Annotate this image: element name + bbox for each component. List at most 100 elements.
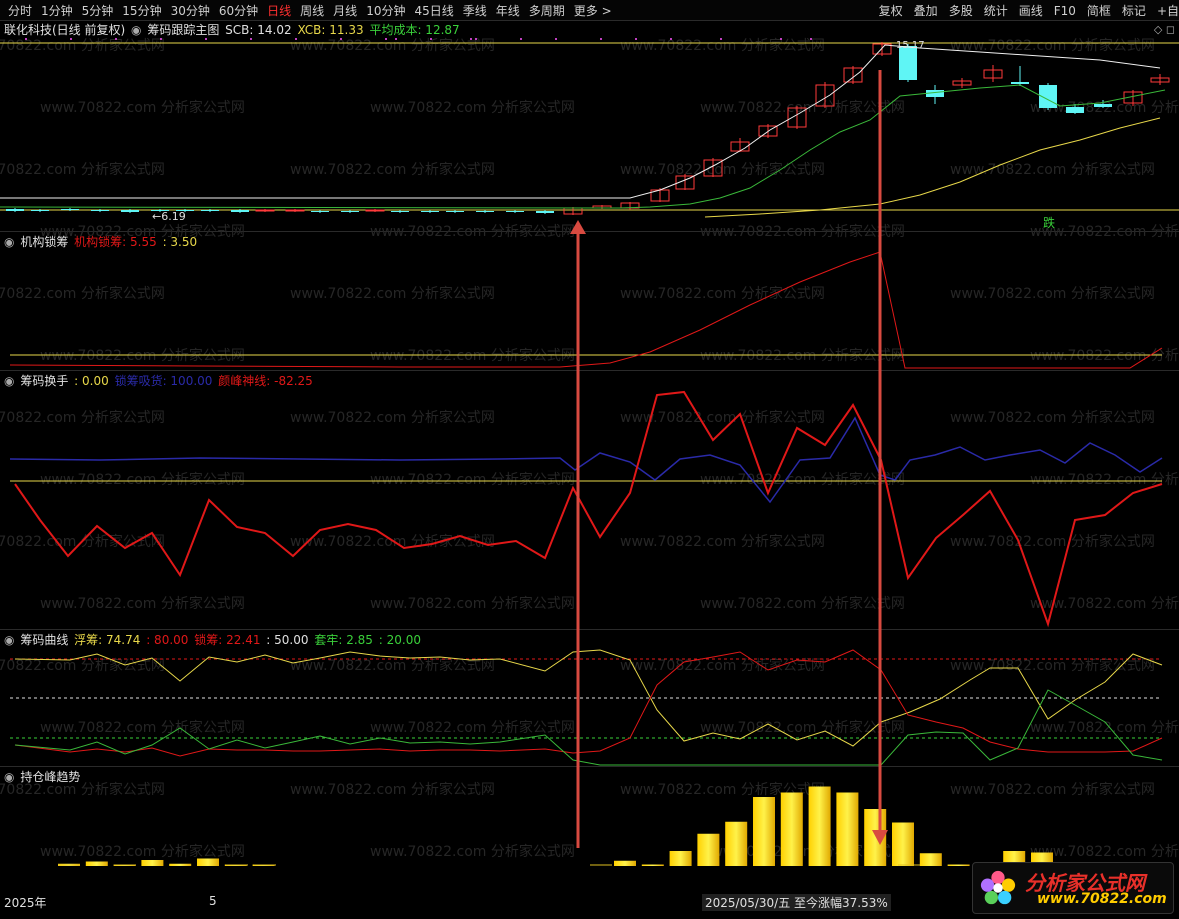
position-peak-bar — [669, 851, 692, 866]
date-info: 2025/05/30/五 至今涨幅37.53% — [702, 894, 891, 911]
watermark-text: www.70822.com 分析家公式网 — [950, 161, 1155, 178]
site-logo: 分析家公式网 www.70822.com — [972, 862, 1174, 914]
watermark-text: www.70822.com 分析家公式网 — [40, 99, 245, 116]
position-peak-bar — [836, 792, 859, 866]
candle-body — [536, 211, 554, 213]
watermark-text: www.70822.com 分析家公式网 — [700, 223, 905, 240]
candle-body — [365, 209, 385, 212]
main-price-chart: ←6.19 15.17 跌 — [0, 38, 1179, 230]
candle-body — [91, 210, 109, 211]
position-peak-bar — [169, 863, 192, 866]
cmhs-blue-line — [9, 416, 1163, 504]
watermark-text: www.70822.com 分析家公式网 — [700, 595, 905, 612]
watermark-text: www.70822.com 分析家公式网 — [370, 719, 575, 736]
position-peak-bar — [947, 864, 970, 866]
watermark-text: www.70822.com 分析家公式网 — [950, 657, 1155, 674]
candle-body — [421, 211, 439, 212]
event-dot — [475, 38, 477, 40]
event-dot — [115, 38, 117, 40]
candle-body — [311, 211, 329, 212]
event-dot — [385, 38, 387, 40]
position-peak-bar — [753, 797, 775, 866]
position-peak-bar — [892, 822, 914, 866]
event-dot — [250, 38, 252, 40]
watermark-text: www.70822.com 分析家公式网 — [950, 409, 1155, 426]
candle-body — [1094, 104, 1112, 107]
watermark-text: www.70822.com 分析家公式网 — [290, 37, 495, 54]
watermark-text: www.70822.com 分析家公式网 — [40, 223, 245, 240]
candle-body — [6, 209, 24, 211]
cmhs-chart — [9, 390, 1163, 628]
event-dot — [25, 38, 27, 40]
watermark-text: www.70822.com 分析家公式网 — [40, 719, 245, 736]
year-label: 2025年 — [4, 896, 47, 910]
position-peak-bar — [780, 792, 803, 866]
logo-url: www.70822.com — [1037, 891, 1167, 907]
watermark-text: www.70822.com 分析家公式网 — [370, 471, 575, 488]
event-dot — [70, 38, 72, 40]
watermark-text: www.70822.com 分析家公式网 — [370, 223, 575, 240]
event-dot — [600, 38, 602, 40]
watermark-text: www.70822.com 分析家公式网 — [950, 533, 1155, 550]
position-peak-bar — [85, 861, 108, 866]
position-peak-bar — [697, 833, 720, 866]
flower-logo-icon — [980, 870, 1016, 905]
cmhs-red-line — [14, 390, 1163, 628]
watermark-text: www.70822.com 分析家公式网 — [370, 99, 575, 116]
event-dot — [720, 38, 722, 40]
candle-body — [255, 209, 275, 212]
watermark-text: www.70822.com 分析家公式网 — [0, 161, 165, 178]
candle-body — [476, 211, 494, 212]
candle-body — [341, 211, 359, 212]
watermark-text: www.70822.com 分析家公式网 — [950, 781, 1155, 798]
watermark-text: www.70822.com 分析家公式网 — [40, 595, 245, 612]
event-dot — [780, 38, 782, 40]
position-peak-bar — [141, 860, 164, 866]
candle-body — [285, 209, 305, 212]
low-price-label: ←6.19 — [152, 210, 186, 223]
candle-body — [506, 211, 524, 212]
watermark-text: www.70822.com 分析家公式网 — [0, 781, 165, 798]
position-peak-bar — [919, 853, 942, 866]
event-dot — [340, 38, 342, 40]
high-price-label: 15.17 — [896, 40, 925, 51]
month-label: 5 — [209, 894, 217, 908]
watermark-text: www.70822.com 分析家公式网 — [620, 285, 825, 302]
watermark-text: www.70822.com 分析家公式网 — [290, 285, 495, 302]
candle-body — [1011, 82, 1029, 84]
watermark-layer: www.70822.com 分析家公式网 www.70822.com 分析家公式网… — [0, 37, 1179, 860]
position-peak-bar — [725, 821, 748, 866]
watermark-text: www.70822.com 分析家公式网 — [700, 471, 905, 488]
watermark-text: www.70822.com 分析家公式网 — [40, 843, 245, 860]
watermark-text: www.70822.com 分析家公式网 — [0, 409, 165, 426]
event-dot — [160, 38, 162, 40]
watermark-text: www.70822.com 分析家公式网 — [290, 161, 495, 178]
event-dot — [635, 38, 637, 40]
watermark-text: www.70822.com 分析家公式网 — [620, 37, 825, 54]
event-dot — [555, 38, 557, 40]
event-dot — [430, 38, 432, 40]
event-dot — [205, 38, 207, 40]
candle-body — [201, 210, 219, 211]
watermark-text: www.70822.com 分析家公式网 — [620, 533, 825, 550]
candle-body — [899, 46, 917, 80]
candle-body — [446, 211, 464, 212]
event-dot — [520, 38, 522, 40]
candle-body — [61, 209, 79, 210]
event-dot — [470, 38, 472, 40]
watermark-text: www.70822.com 分析家公式网 — [950, 37, 1155, 54]
watermark-text: www.70822.com 分析家公式网 — [290, 781, 495, 798]
watermark-text: www.70822.com 分析家公式网 — [0, 285, 165, 302]
watermark-text: www.70822.com 分析家公式网 — [0, 37, 165, 54]
kline-chart-canvas[interactable]: www.70822.com 分析家公式网 www.70822.com 分析家公式网… — [0, 0, 1179, 893]
watermark-text: www.70822.com 分析家公式网 — [370, 595, 575, 612]
event-dot — [295, 38, 297, 40]
watermark-text: www.70822.com 分析家公式网 — [950, 285, 1155, 302]
position-peak-bar — [197, 858, 219, 866]
candle-body — [231, 210, 249, 212]
watermark-text: www.70822.com 分析家公式网 — [370, 843, 575, 860]
candle-body — [121, 210, 139, 212]
event-dot — [810, 38, 812, 40]
watermark-text: www.70822.com 分析家公式网 — [40, 471, 245, 488]
event-dot — [670, 38, 672, 40]
